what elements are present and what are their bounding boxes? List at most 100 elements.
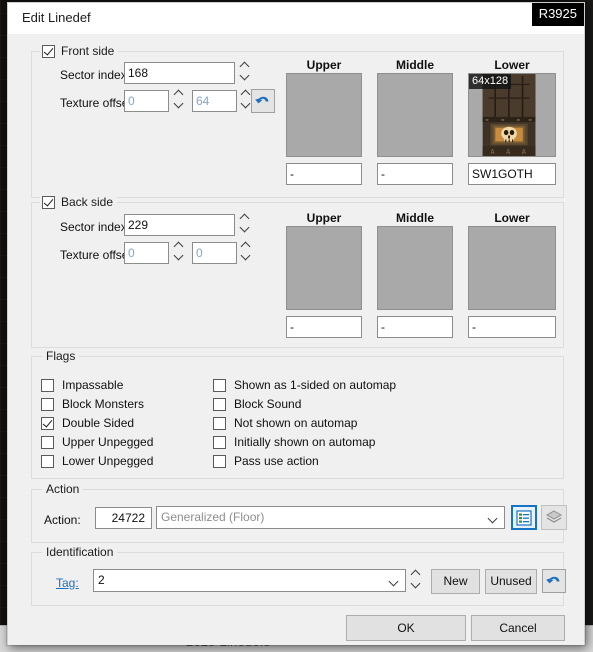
back-upper-name[interactable]	[286, 316, 362, 338]
back-sector-index-input[interactable]	[124, 214, 235, 236]
flag-pass-use-action-checkbox[interactable]	[213, 454, 226, 468]
flag-double-sided-label: Double Sided	[62, 416, 135, 430]
front-offset-x-spinner[interactable]	[173, 89, 186, 113]
back-upper-header: Upper	[306, 211, 342, 225]
front-middle-name[interactable]	[377, 163, 453, 185]
tag-new-button[interactable]: New	[431, 569, 480, 594]
ok-button[interactable]: OK	[346, 615, 466, 641]
front-lower-header: Lower	[494, 58, 530, 72]
front-lower-preview[interactable]: A A A 64x128	[468, 73, 556, 157]
back-sector-index-spinner[interactable]	[239, 213, 252, 237]
front-sector-index-label: Sector index:	[60, 68, 131, 82]
flag-initially-shown-on-automap[interactable]: Initially shown on automap	[213, 435, 375, 449]
svg-text:A: A	[506, 148, 510, 156]
action-field-label: Action:	[44, 513, 81, 527]
undo-arrow-icon	[546, 576, 560, 584]
revision-badge: R3925	[531, 3, 584, 26]
back-offset-y-input[interactable]	[192, 242, 237, 264]
tag-combo[interactable]: 2	[93, 569, 406, 592]
front-lower-name[interactable]	[468, 163, 556, 185]
cancel-button[interactable]: Cancel	[471, 615, 565, 641]
back-side-checkbox[interactable]	[42, 195, 55, 209]
layers-icon	[545, 510, 563, 523]
front-offset-y-input[interactable]	[192, 90, 237, 112]
tag-link[interactable]: Tag:	[56, 576, 79, 590]
flag-shown-as-1-sided-on-automap[interactable]: Shown as 1-sided on automap	[213, 378, 396, 392]
front-upper-preview[interactable]	[286, 73, 362, 157]
flag-upper-unpegged-label: Upper Unpegged	[62, 435, 154, 449]
flag-upper-unpegged-checkbox[interactable]	[41, 435, 54, 449]
front-middle-header: Middle	[396, 58, 434, 72]
back-offset-x-spinner[interactable]	[173, 241, 186, 265]
flag-block-sound-checkbox[interactable]	[213, 397, 226, 411]
back-side-group-title: Back side	[40, 195, 118, 209]
flag-impassable-label: Impassable	[62, 378, 124, 392]
flag-lower-unpegged[interactable]: Lower Unpegged	[41, 454, 153, 468]
flag-shown-as-1-sided-checkbox[interactable]	[213, 378, 226, 392]
action-group-title: Action	[42, 482, 84, 496]
back-offset-y-spinner[interactable]	[240, 241, 253, 265]
front-side-group-title: Front side	[40, 44, 119, 58]
flag-not-shown-on-automap-label: Not shown on automap	[234, 416, 358, 430]
flag-block-monsters[interactable]: Block Monsters	[41, 397, 144, 411]
flags-group-title: Flags	[42, 349, 80, 363]
undo-arrow-icon	[255, 96, 269, 104]
back-sector-index-label: Sector index:	[60, 220, 131, 234]
dialog-body: Front side Sector index: Texture offset:	[8, 34, 584, 645]
front-side-checkbox[interactable]	[42, 44, 55, 58]
dialog-titlebar: Edit Linedef R3925	[8, 3, 584, 34]
front-sector-index-input[interactable]	[124, 62, 235, 84]
back-side-label: Back side	[61, 195, 114, 209]
chevron-down-icon	[390, 578, 398, 586]
list-view-icon	[516, 510, 532, 526]
flag-impassable[interactable]: Impassable	[41, 378, 123, 392]
back-middle-preview[interactable]	[377, 226, 453, 310]
flag-block-sound[interactable]: Block Sound	[213, 397, 301, 411]
edit-linedef-dialog: Edit Linedef R3925 Front side Sector ind…	[7, 2, 585, 645]
back-lower-preview[interactable]	[468, 226, 556, 310]
front-offset-reset-button[interactable]	[251, 89, 275, 113]
svg-text:A: A	[522, 148, 526, 156]
front-middle-preview[interactable]	[377, 73, 453, 157]
front-offset-x-input[interactable]	[124, 90, 169, 112]
flag-double-sided-checkbox[interactable]	[41, 416, 54, 430]
tag-unused-button[interactable]: Unused	[485, 569, 537, 594]
front-lower-size-label: 64x128	[469, 74, 512, 89]
flag-double-sided[interactable]: Double Sided	[41, 416, 134, 430]
flag-not-shown-on-automap-checkbox[interactable]	[213, 416, 226, 430]
flag-block-sound-label: Block Sound	[234, 397, 302, 411]
front-sector-index-spinner[interactable]	[239, 61, 252, 85]
tag-reset-button[interactable]	[542, 569, 566, 593]
flag-lower-unpegged-checkbox[interactable]	[41, 454, 54, 468]
action-info-button[interactable]	[541, 505, 567, 530]
back-middle-header: Middle	[396, 211, 434, 225]
tag-spinner[interactable]	[410, 569, 423, 593]
front-upper-name[interactable]	[286, 163, 362, 185]
flag-pass-use-action-label: Pass use action	[234, 454, 319, 468]
tag-value: 2	[98, 573, 105, 587]
flag-upper-unpegged[interactable]: Upper Unpegged	[41, 435, 153, 449]
flag-pass-use-action[interactable]: Pass use action	[213, 454, 319, 468]
flag-block-monsters-checkbox[interactable]	[41, 397, 54, 411]
back-offset-x-input[interactable]	[124, 242, 169, 264]
action-description-text: Generalized (Floor)	[161, 510, 265, 524]
flag-block-monsters-label: Block Monsters	[62, 397, 145, 411]
flag-lower-unpegged-label: Lower Unpegged	[62, 454, 154, 468]
svg-text:A: A	[491, 148, 495, 156]
flag-impassable-checkbox[interactable]	[41, 378, 54, 392]
flag-shown-as-1-sided-label: Shown as 1-sided on automap	[234, 378, 397, 392]
front-side-label: Front side	[61, 44, 115, 58]
flag-initially-shown-label: Initially shown on automap	[234, 435, 376, 449]
back-upper-preview[interactable]	[286, 226, 362, 310]
action-browse-button[interactable]	[511, 505, 537, 530]
flag-initially-shown-checkbox[interactable]	[213, 435, 226, 449]
screen: 2625 Linedefs Edit Linedef R3925 Front s…	[0, 0, 593, 652]
identification-group-title: Identification	[42, 545, 118, 559]
back-lower-name[interactable]	[468, 316, 556, 338]
flag-not-shown-on-automap[interactable]: Not shown on automap	[213, 416, 357, 430]
chevron-down-icon	[489, 515, 497, 523]
action-description-combo[interactable]: Generalized (Floor)	[156, 506, 505, 529]
action-number-input[interactable]	[95, 507, 152, 529]
front-upper-header: Upper	[306, 58, 342, 72]
back-middle-name[interactable]	[377, 316, 453, 338]
